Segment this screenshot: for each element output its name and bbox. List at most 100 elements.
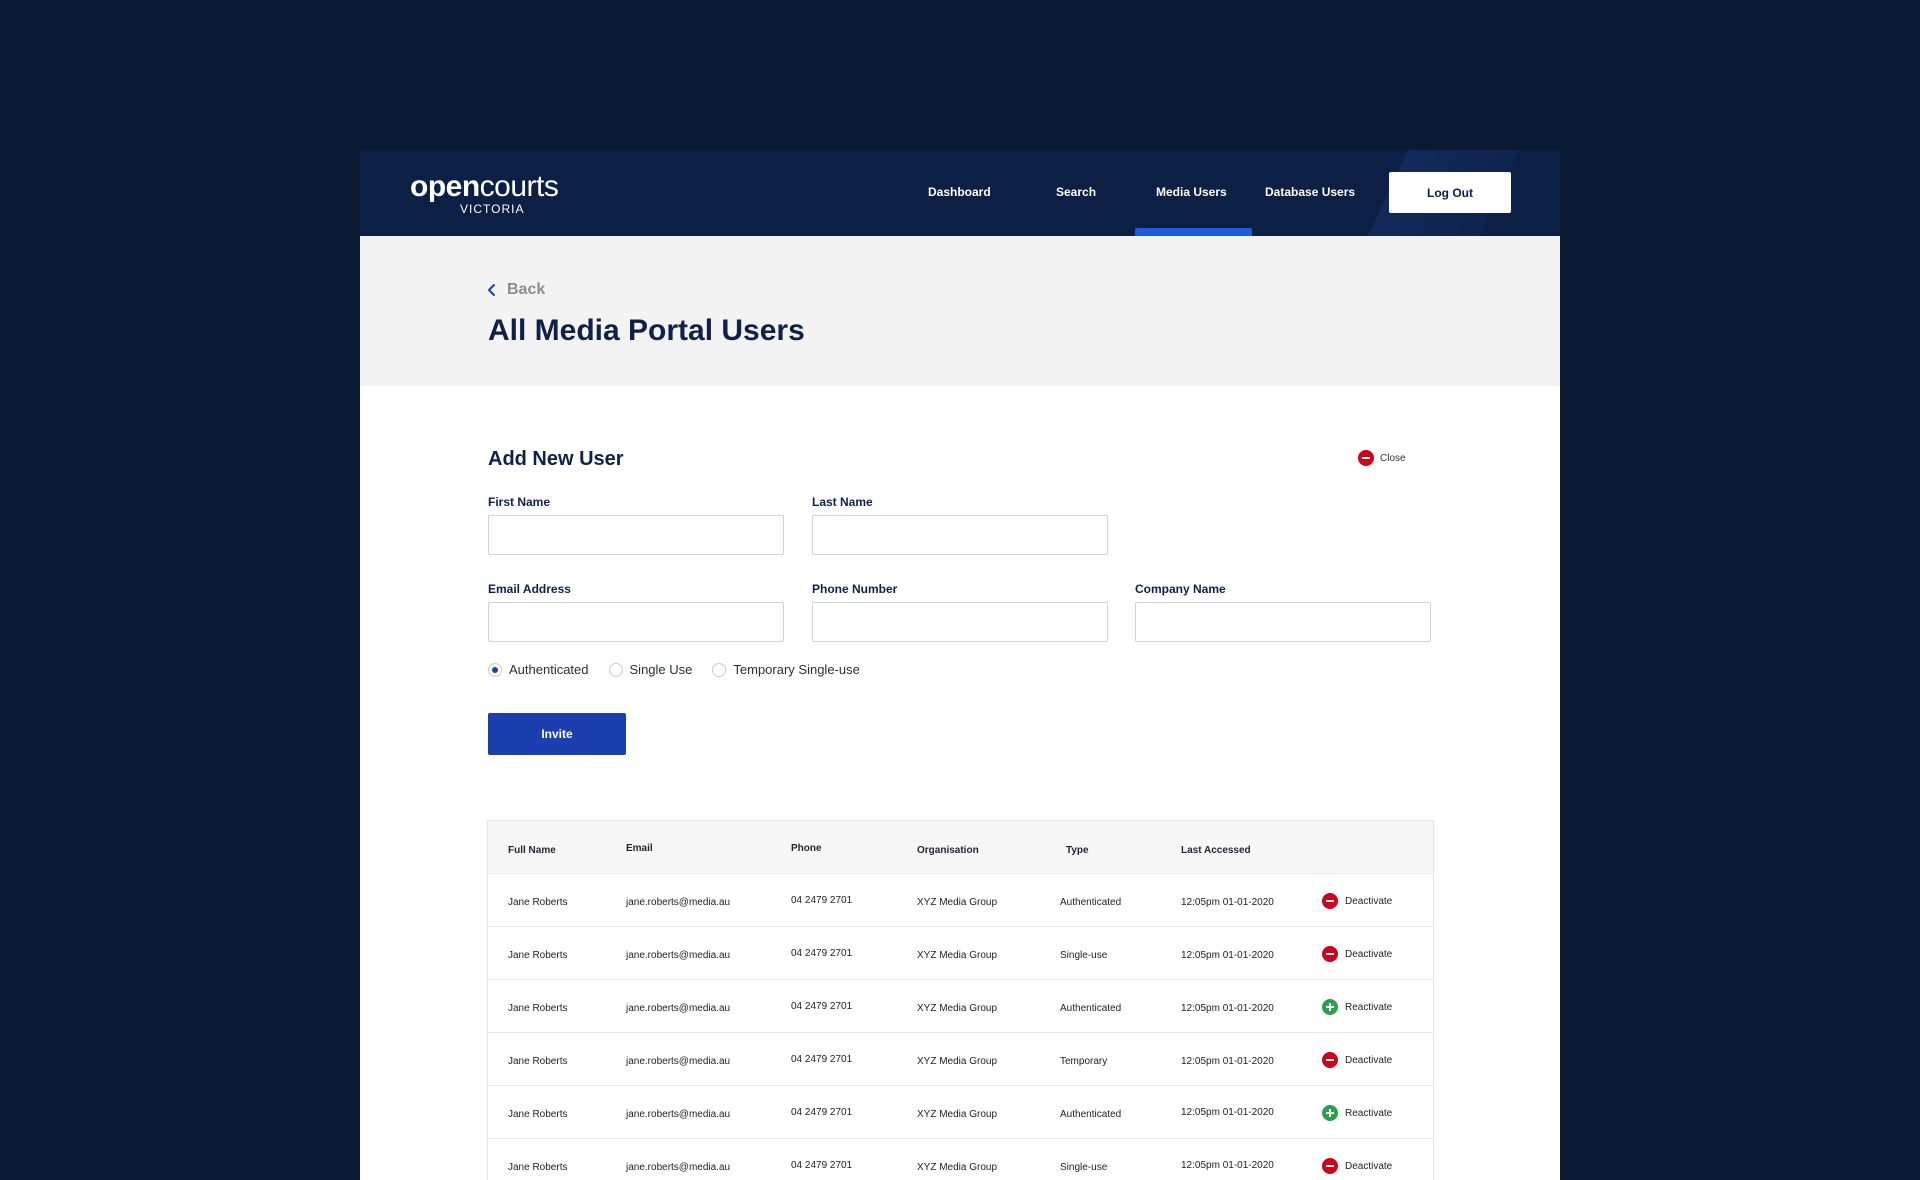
column-header-email[interactable]: Email bbox=[626, 843, 653, 854]
cell-email: jane.roberts@media.au bbox=[626, 1109, 731, 1120]
cell-phone: 04 2479 2701 bbox=[791, 1160, 853, 1171]
plus-circle-icon bbox=[1322, 1105, 1338, 1121]
radio-authenticated-label: Authenticated bbox=[509, 662, 589, 677]
radio-temporary-single-use-label: Temporary Single-use bbox=[733, 662, 860, 677]
plus-circle-icon bbox=[1322, 999, 1338, 1015]
cell-full-name: Jane Roberts bbox=[508, 1056, 568, 1067]
table-header-row: Full Name Email Phone Organisation Type … bbox=[488, 821, 1433, 874]
page-header: Back All Media Portal Users bbox=[360, 236, 1560, 386]
phone-number-label: Phone Number bbox=[812, 582, 898, 596]
active-tab-indicator bbox=[1135, 228, 1252, 236]
company-name-field[interactable] bbox=[1135, 602, 1431, 642]
action-label: Deactivate bbox=[1345, 895, 1393, 907]
cell-phone: 04 2479 2701 bbox=[791, 948, 853, 959]
cell-email: jane.roberts@media.au bbox=[626, 1003, 731, 1014]
back-label: Back bbox=[507, 281, 546, 298]
log-out-button[interactable]: Log Out bbox=[1389, 172, 1511, 213]
cell-email: jane.roberts@media.au bbox=[626, 950, 731, 961]
cell-last-accessed: 12:05pm 01-01-2020 bbox=[1181, 1003, 1274, 1014]
cell-type: Single-use bbox=[1060, 950, 1108, 961]
nav-item-dashboard[interactable]: Dashboard bbox=[928, 185, 991, 199]
cell-full-name: Jane Roberts bbox=[508, 1162, 568, 1173]
close-form-button[interactable]: Close bbox=[1358, 450, 1406, 466]
cell-last-accessed: 12:05pm 01-01-2020 bbox=[1181, 897, 1274, 908]
cell-email: jane.roberts@media.au bbox=[626, 1056, 731, 1067]
column-header-full-name[interactable]: Full Name bbox=[508, 845, 556, 856]
page-title: All Media Portal Users bbox=[488, 314, 805, 347]
cell-last-accessed: 12:05pm 01-01-2020 bbox=[1181, 950, 1274, 961]
reactivate-button[interactable]: Reactivate bbox=[1322, 999, 1392, 1015]
radio-single-use[interactable]: Single Use bbox=[608, 662, 693, 677]
table-row: Jane Roberts jane.roberts@media.au 04 24… bbox=[488, 927, 1433, 980]
add-new-user-heading: Add New User bbox=[488, 448, 624, 470]
action-label: Reactivate bbox=[1345, 1107, 1393, 1119]
deactivate-button[interactable]: Deactivate bbox=[1322, 1052, 1392, 1068]
minus-circle-icon bbox=[1322, 1158, 1338, 1174]
phone-number-field[interactable] bbox=[812, 602, 1108, 642]
cell-phone: 04 2479 2701 bbox=[791, 895, 853, 906]
nav-item-search[interactable]: Search bbox=[1056, 185, 1096, 199]
cell-organisation: XYZ Media Group bbox=[917, 1162, 998, 1173]
cell-last-accessed: 12:05pm 01-01-2020 bbox=[1181, 1056, 1274, 1067]
user-type-radio-group: Authenticated Single Use Temporary Singl… bbox=[488, 662, 880, 677]
company-name-label: Company Name bbox=[1135, 582, 1226, 596]
logo-subtitle: VICTORIA bbox=[460, 202, 525, 216]
cell-last-accessed: 12:05pm 01-01-2020 bbox=[1181, 1107, 1274, 1118]
column-header-organisation[interactable]: Organisation bbox=[917, 845, 979, 856]
cell-email: jane.roberts@media.au bbox=[626, 897, 731, 908]
column-header-last-accessed[interactable]: Last Accessed bbox=[1181, 845, 1251, 856]
minus-circle-icon bbox=[1358, 450, 1374, 466]
cell-organisation: XYZ Media Group bbox=[917, 1003, 998, 1014]
action-label: Deactivate bbox=[1345, 1160, 1393, 1172]
cell-organisation: XYZ Media Group bbox=[917, 1109, 998, 1120]
table-row: Jane Roberts jane.roberts@media.au 04 24… bbox=[488, 1033, 1433, 1086]
invite-button[interactable]: Invite bbox=[488, 713, 626, 755]
cell-full-name: Jane Roberts bbox=[508, 950, 568, 961]
deactivate-button[interactable]: Deactivate bbox=[1322, 946, 1392, 962]
logo-word-courts: courts bbox=[479, 170, 559, 203]
first-name-label: First Name bbox=[488, 495, 551, 509]
radio-selected-icon bbox=[488, 662, 502, 677]
radio-authenticated[interactable]: Authenticated bbox=[488, 662, 589, 677]
radio-temporary-single-use[interactable]: Temporary Single-use bbox=[712, 662, 860, 677]
cell-phone: 04 2479 2701 bbox=[791, 1054, 853, 1065]
action-label: Reactivate bbox=[1345, 1001, 1393, 1013]
cell-last-accessed: 12:05pm 01-01-2020 bbox=[1181, 1160, 1274, 1171]
cell-organisation: XYZ Media Group bbox=[917, 950, 998, 961]
chevron-left-icon bbox=[488, 284, 495, 296]
deactivate-button[interactable]: Deactivate bbox=[1322, 893, 1392, 909]
cell-type: Single-use bbox=[1060, 1162, 1108, 1173]
email-address-field[interactable] bbox=[488, 602, 784, 642]
top-navigation-bar: opencourts VICTORIA Dashboard Search Med… bbox=[360, 150, 1560, 236]
media-users-table: Full Name Email Phone Organisation Type … bbox=[487, 820, 1434, 1180]
cell-type: Temporary bbox=[1060, 1056, 1108, 1067]
table-row: Jane Roberts jane.roberts@media.au 04 24… bbox=[488, 980, 1433, 1033]
deactivate-button[interactable]: Deactivate bbox=[1322, 1158, 1392, 1174]
nav-item-media-users[interactable]: Media Users bbox=[1156, 185, 1227, 199]
nav-item-database-users[interactable]: Database Users bbox=[1265, 185, 1355, 199]
last-name-label: Last Name bbox=[812, 495, 873, 509]
logo-wordmark: opencourts bbox=[410, 170, 559, 203]
reactivate-button[interactable]: Reactivate bbox=[1322, 1105, 1392, 1121]
column-header-phone[interactable]: Phone bbox=[791, 843, 822, 854]
column-header-type[interactable]: Type bbox=[1066, 845, 1089, 856]
cell-type: Authenticated bbox=[1060, 897, 1122, 908]
back-link[interactable]: Back bbox=[487, 281, 545, 299]
cell-organisation: XYZ Media Group bbox=[917, 1056, 998, 1067]
open-courts-logo[interactable]: opencourts VICTORIA bbox=[410, 170, 559, 216]
last-name-field[interactable] bbox=[812, 515, 1108, 555]
cell-phone: 04 2479 2701 bbox=[791, 1107, 853, 1118]
radio-single-use-label: Single Use bbox=[629, 662, 693, 677]
minus-circle-icon bbox=[1322, 946, 1338, 962]
action-label: Deactivate bbox=[1345, 948, 1393, 960]
action-label: Deactivate bbox=[1345, 1054, 1393, 1066]
cell-full-name: Jane Roberts bbox=[508, 1109, 568, 1120]
cell-full-name: Jane Roberts bbox=[508, 1003, 568, 1014]
table-row: Jane Roberts jane.roberts@media.au 04 24… bbox=[488, 1086, 1433, 1139]
cell-email: jane.roberts@media.au bbox=[626, 1162, 731, 1173]
cell-phone: 04 2479 2701 bbox=[791, 1001, 853, 1012]
minus-circle-icon bbox=[1322, 1052, 1338, 1068]
cell-type: Authenticated bbox=[1060, 1003, 1122, 1014]
close-label: Close bbox=[1380, 452, 1406, 464]
first-name-field[interactable] bbox=[488, 515, 784, 555]
